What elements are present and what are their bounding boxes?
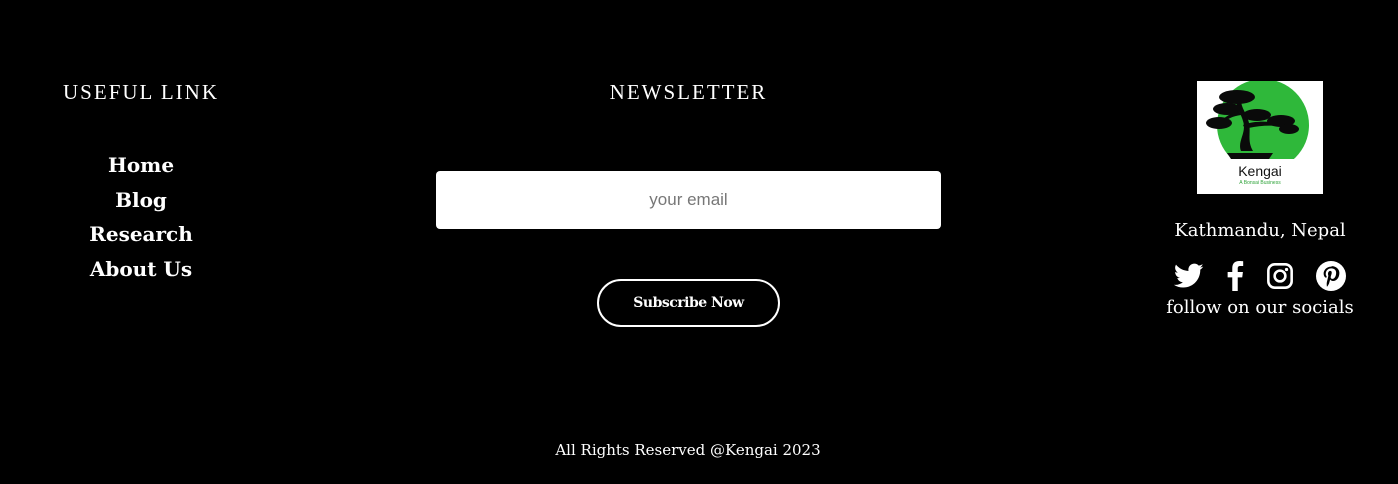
- useful-links-section: USEFUL LINK Home Blog Research About Us: [40, 80, 242, 286]
- copyright-text: All Rights Reserved @Kengai 2023: [555, 441, 821, 459]
- kengai-logo[interactable]: Kengai A Bonsai Business: [1197, 81, 1323, 194]
- link-home[interactable]: Home: [40, 148, 242, 183]
- brand-section: Kengai A Bonsai Business Kathmandu, Nepa…: [1150, 81, 1370, 318]
- pinterest-icon[interactable]: [1316, 261, 1346, 291]
- twitter-icon[interactable]: [1174, 263, 1204, 289]
- subscribe-button[interactable]: Subscribe Now: [597, 279, 780, 327]
- logo-tagline: A Bonsai Business: [1239, 180, 1281, 186]
- link-blog[interactable]: Blog: [40, 183, 242, 218]
- newsletter-section: NEWSLETTER Subscribe Now: [436, 80, 941, 327]
- email-input[interactable]: [436, 171, 941, 229]
- useful-links-title: USEFUL LINK: [63, 80, 219, 104]
- useful-links-list: Home Blog Research About Us: [40, 148, 242, 286]
- location-text: Kathmandu, Nepal: [1174, 220, 1346, 241]
- instagram-icon[interactable]: [1266, 262, 1294, 290]
- site-footer: USEFUL LINK Home Blog Research About Us …: [0, 0, 1398, 484]
- social-links: [1150, 259, 1370, 293]
- follow-text: follow on our socials: [1166, 297, 1354, 318]
- link-about-us[interactable]: About Us: [40, 252, 242, 287]
- link-research[interactable]: Research: [40, 217, 242, 252]
- logo-name: Kengai: [1238, 163, 1282, 179]
- facebook-icon[interactable]: [1226, 261, 1244, 291]
- newsletter-title: NEWSLETTER: [609, 80, 768, 104]
